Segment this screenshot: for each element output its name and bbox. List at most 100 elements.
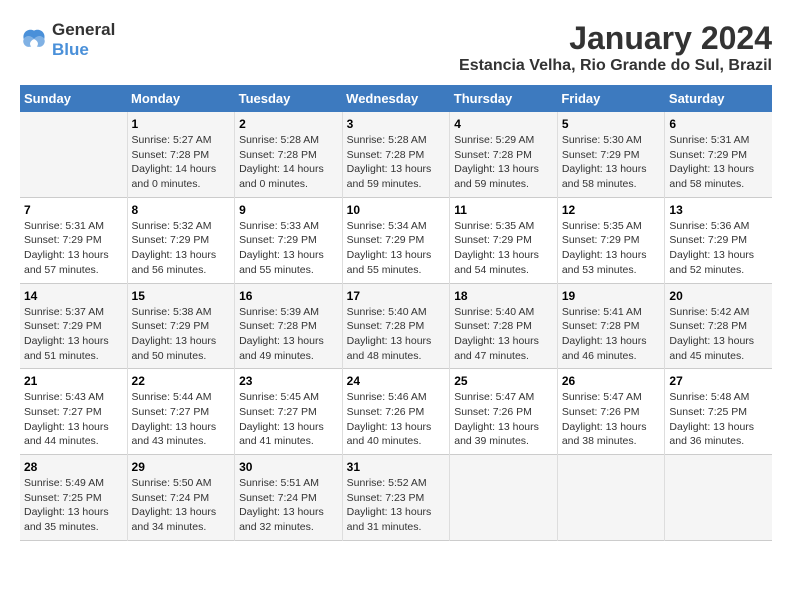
calendar-cell: 9 Sunrise: 5:33 AM Sunset: 7:29 PM Daylig… [235, 197, 343, 283]
day-number: 27 [669, 374, 768, 388]
day-info: Sunrise: 5:40 AM Sunset: 7:28 PM Dayligh… [454, 305, 553, 364]
day-number: 24 [347, 374, 446, 388]
calendar-cell: 4Sunrise: 5:29 AM Sunset: 7:28 PM Daylig… [450, 112, 558, 197]
day-number: 20 [669, 289, 768, 303]
day-info: Sunrise: 5:46 AM Sunset: 7:26 PM Dayligh… [347, 390, 446, 449]
calendar-week-row: 28Sunrise: 5:49 AM Sunset: 7:25 PM Dayli… [20, 455, 772, 541]
day-info: Sunrise: 5:28 AM Sunset: 7:28 PM Dayligh… [347, 133, 446, 192]
calendar-cell: 7 Sunrise: 5:31 AM Sunset: 7:29 PM Daylig… [20, 197, 127, 283]
day-info: Sunrise: 5:30 AM Sunset: 7:29 PM Dayligh… [562, 133, 661, 192]
day-info: Sunrise: 5:45 AM Sunset: 7:27 PM Dayligh… [239, 390, 338, 449]
day-number: 18 [454, 289, 553, 303]
weekday-header-wednesday: Wednesday [342, 85, 450, 112]
weekday-header-friday: Friday [557, 85, 665, 112]
calendar-cell: 27 Sunrise: 5:48 AM Sunset: 7:25 PM Dayli… [665, 369, 772, 455]
day-number: 14 [24, 289, 123, 303]
day-number: 8 [132, 203, 231, 217]
day-info: Sunrise: 5:39 AM Sunset: 7:28 PM Dayligh… [239, 305, 338, 364]
day-number: 21 [24, 374, 123, 388]
logo-blue: Blue [52, 40, 89, 59]
calendar-cell: 14 Sunrise: 5:37 AM Sunset: 7:29 PM Dayli… [20, 283, 127, 369]
calendar-cell: 2Sunrise: 5:28 AM Sunset: 7:28 PM Daylig… [235, 112, 343, 197]
calendar-cell: 16 Sunrise: 5:39 AM Sunset: 7:28 PM Dayli… [235, 283, 343, 369]
day-number: 7 [24, 203, 123, 217]
day-number: 12 [562, 203, 661, 217]
day-info: Sunrise: 5:31 AM Sunset: 7:29 PM Dayligh… [669, 133, 768, 192]
calendar-cell: 30Sunrise: 5:51 AM Sunset: 7:24 PM Dayli… [235, 455, 343, 541]
day-info: Sunrise: 5:29 AM Sunset: 7:28 PM Dayligh… [454, 133, 553, 192]
calendar-cell: 17 Sunrise: 5:40 AM Sunset: 7:28 PM Dayli… [342, 283, 450, 369]
calendar-cell: 31 Sunrise: 5:52 AM Sunset: 7:23 PM Dayli… [342, 455, 450, 541]
calendar-cell: 22 Sunrise: 5:44 AM Sunset: 7:27 PM Dayli… [127, 369, 235, 455]
day-number: 29 [132, 460, 231, 474]
weekday-header-row: SundayMondayTuesdayWednesdayThursdayFrid… [20, 85, 772, 112]
day-number: 16 [239, 289, 338, 303]
calendar-cell: 25 Sunrise: 5:47 AM Sunset: 7:26 PM Dayli… [450, 369, 558, 455]
weekday-header-tuesday: Tuesday [235, 85, 343, 112]
calendar-cell: 12 Sunrise: 5:35 AM Sunset: 7:29 PM Dayli… [557, 197, 665, 283]
logo-general: General [52, 20, 115, 39]
day-info: Sunrise: 5:47 AM Sunset: 7:26 PM Dayligh… [454, 390, 553, 449]
day-info: Sunrise: 5:50 AM Sunset: 7:24 PM Dayligh… [132, 476, 231, 535]
calendar-cell: 13 Sunrise: 5:36 AM Sunset: 7:29 PM Dayli… [665, 197, 772, 283]
day-number: 3 [347, 117, 446, 131]
day-number: 13 [669, 203, 768, 217]
day-number: 19 [562, 289, 661, 303]
day-number: 11 [454, 203, 553, 217]
calendar-week-row: 21 Sunrise: 5:43 AM Sunset: 7:27 PM Dayli… [20, 369, 772, 455]
day-info: Sunrise: 5:33 AM Sunset: 7:29 PM Dayligh… [239, 219, 338, 278]
day-number: 26 [562, 374, 661, 388]
weekday-header-saturday: Saturday [665, 85, 772, 112]
calendar-week-row: 14 Sunrise: 5:37 AM Sunset: 7:29 PM Dayli… [20, 283, 772, 369]
calendar-cell: 15 Sunrise: 5:38 AM Sunset: 7:29 PM Dayli… [127, 283, 235, 369]
day-info: Sunrise: 5:48 AM Sunset: 7:25 PM Dayligh… [669, 390, 768, 449]
day-info: Sunrise: 5:35 AM Sunset: 7:29 PM Dayligh… [562, 219, 661, 278]
day-info: Sunrise: 5:49 AM Sunset: 7:25 PM Dayligh… [24, 476, 123, 535]
day-number: 31 [347, 460, 446, 474]
day-number: 1 [132, 117, 231, 131]
calendar-cell: 3 Sunrise: 5:28 AM Sunset: 7:28 PM Daylig… [342, 112, 450, 197]
day-info: Sunrise: 5:36 AM Sunset: 7:29 PM Dayligh… [669, 219, 768, 278]
day-info: Sunrise: 5:40 AM Sunset: 7:28 PM Dayligh… [347, 305, 446, 364]
day-info: Sunrise: 5:42 AM Sunset: 7:28 PM Dayligh… [669, 305, 768, 364]
page-subtitle: Estancia Velha, Rio Grande do Sul, Brazi… [459, 57, 772, 75]
day-info: Sunrise: 5:32 AM Sunset: 7:29 PM Dayligh… [132, 219, 231, 278]
day-info: Sunrise: 5:37 AM Sunset: 7:29 PM Dayligh… [24, 305, 123, 364]
day-number: 10 [347, 203, 446, 217]
calendar-cell: 1Sunrise: 5:27 AM Sunset: 7:28 PM Daylig… [127, 112, 235, 197]
day-number: 9 [239, 203, 338, 217]
day-info: Sunrise: 5:34 AM Sunset: 7:29 PM Dayligh… [347, 219, 446, 278]
day-number: 22 [132, 374, 231, 388]
day-info: Sunrise: 5:31 AM Sunset: 7:29 PM Dayligh… [24, 219, 123, 278]
day-info: Sunrise: 5:43 AM Sunset: 7:27 PM Dayligh… [24, 390, 123, 449]
logo-text: General Blue [52, 20, 115, 60]
calendar-week-row: 7 Sunrise: 5:31 AM Sunset: 7:29 PM Daylig… [20, 197, 772, 283]
calendar-table: SundayMondayTuesdayWednesdayThursdayFrid… [20, 85, 772, 541]
calendar-cell: 5Sunrise: 5:30 AM Sunset: 7:29 PM Daylig… [557, 112, 665, 197]
day-number: 30 [239, 460, 338, 474]
calendar-cell: 29 Sunrise: 5:50 AM Sunset: 7:24 PM Dayli… [127, 455, 235, 541]
day-number: 25 [454, 374, 553, 388]
day-number: 15 [132, 289, 231, 303]
calendar-cell: 11 Sunrise: 5:35 AM Sunset: 7:29 PM Dayli… [450, 197, 558, 283]
calendar-cell: 10 Sunrise: 5:34 AM Sunset: 7:29 PM Dayli… [342, 197, 450, 283]
day-number: 17 [347, 289, 446, 303]
day-info: Sunrise: 5:44 AM Sunset: 7:27 PM Dayligh… [132, 390, 231, 449]
day-info: Sunrise: 5:28 AM Sunset: 7:28 PM Dayligh… [239, 133, 338, 192]
page-title: January 2024 [459, 20, 772, 57]
day-info: Sunrise: 5:52 AM Sunset: 7:23 PM Dayligh… [347, 476, 446, 535]
calendar-cell: 21 Sunrise: 5:43 AM Sunset: 7:27 PM Dayli… [20, 369, 127, 455]
calendar-cell: 19 Sunrise: 5:41 AM Sunset: 7:28 PM Dayli… [557, 283, 665, 369]
day-info: Sunrise: 5:38 AM Sunset: 7:29 PM Dayligh… [132, 305, 231, 364]
logo: General Blue [20, 20, 115, 60]
weekday-header-thursday: Thursday [450, 85, 558, 112]
day-info: Sunrise: 5:41 AM Sunset: 7:28 PM Dayligh… [562, 305, 661, 364]
weekday-header-sunday: Sunday [20, 85, 127, 112]
logo-wrap: General Blue [20, 20, 115, 60]
calendar-week-row: 1Sunrise: 5:27 AM Sunset: 7:28 PM Daylig… [20, 112, 772, 197]
day-number: 23 [239, 374, 338, 388]
day-info: Sunrise: 5:35 AM Sunset: 7:29 PM Dayligh… [454, 219, 553, 278]
calendar-cell: 8 Sunrise: 5:32 AM Sunset: 7:29 PM Daylig… [127, 197, 235, 283]
day-number: 6 [669, 117, 768, 131]
calendar-cell [20, 112, 127, 197]
